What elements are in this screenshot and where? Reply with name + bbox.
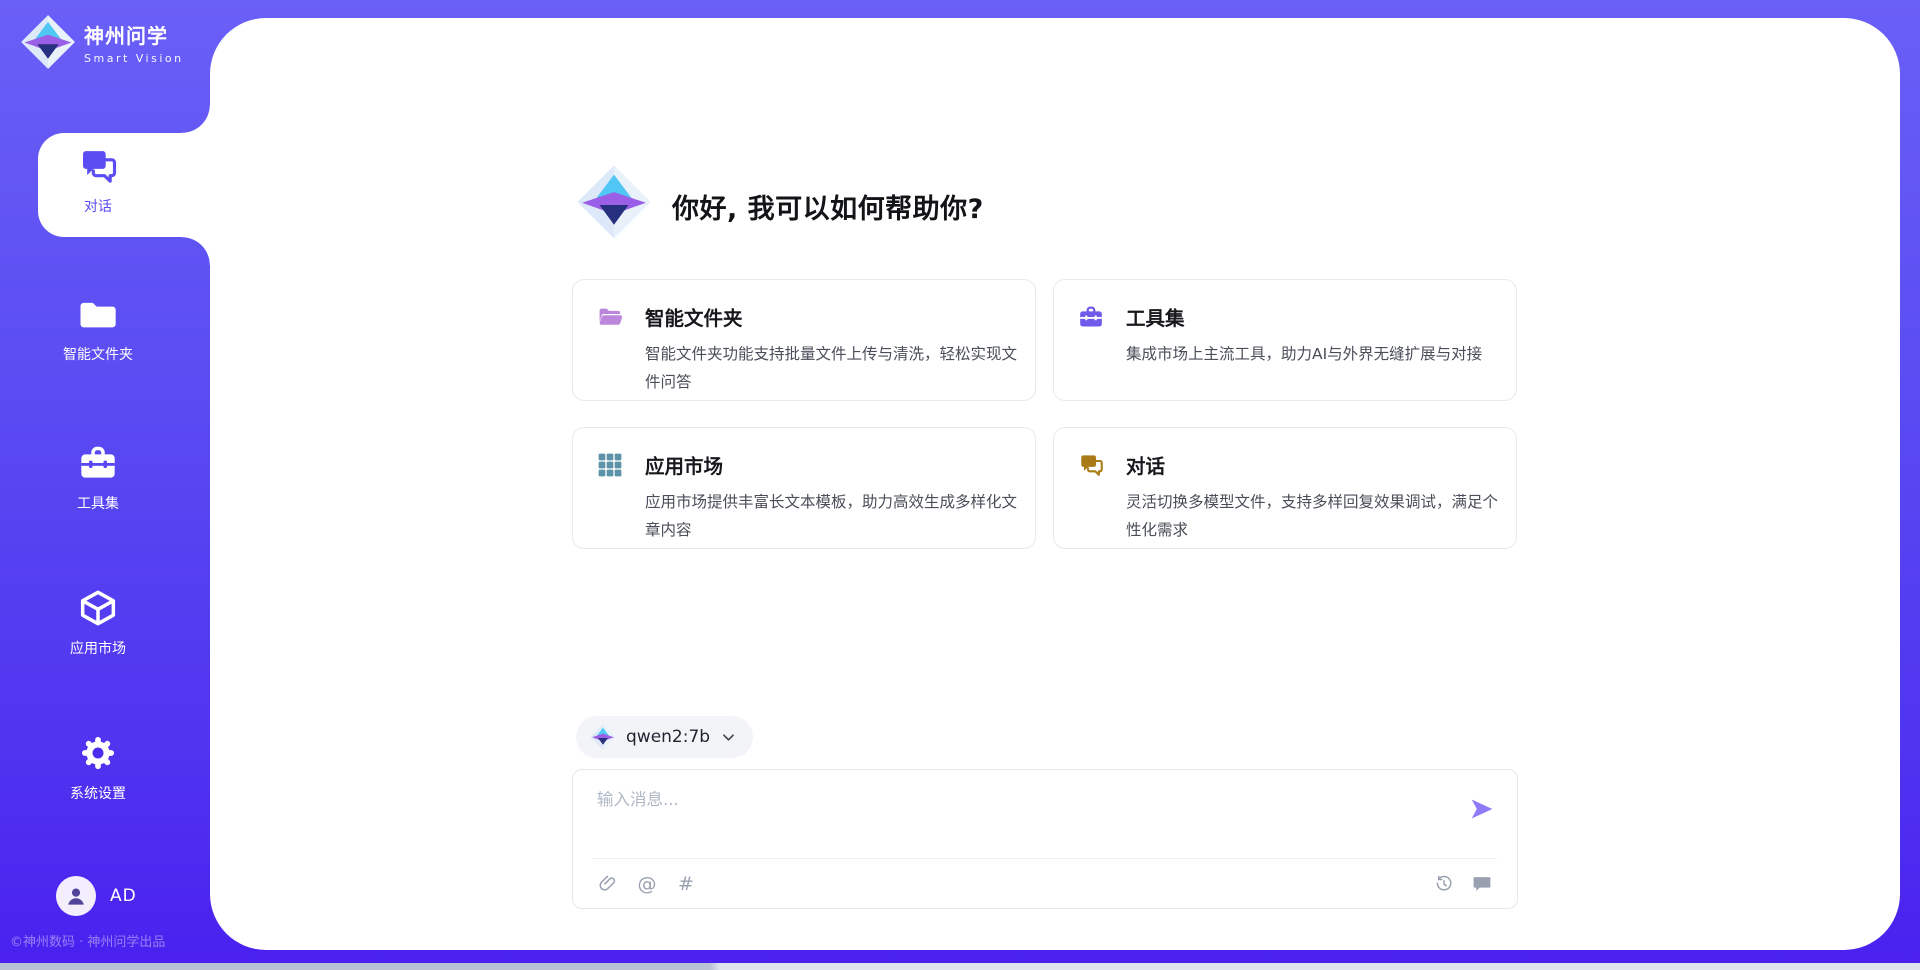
user-profile[interactable]: AD <box>56 876 137 916</box>
composer-toolbar: @ # <box>597 873 1493 895</box>
topic-button[interactable]: # <box>675 873 697 895</box>
composer-divider <box>593 858 1497 859</box>
card-title: 智能文件夹 <box>645 302 743 331</box>
mention-button[interactable]: @ <box>636 873 658 895</box>
card-description: 智能文件夹功能支持批量文件上传与清洗，轻松实现文件问答 <box>645 340 1021 396</box>
greeting-title: 你好, 我可以如何帮助你? <box>672 187 984 226</box>
sidebar-item-label: 工具集 <box>77 493 119 513</box>
sidebar-item-label: 应用市场 <box>70 638 126 658</box>
attach-file-button[interactable] <box>597 873 619 895</box>
sidebar: 神州问学 Smart Vision 对话 智能文件夹 工具集 应用市场 系统设置… <box>0 0 210 970</box>
sidebar-item-label: 智能文件夹 <box>63 344 133 364</box>
send-button[interactable] <box>1469 796 1495 822</box>
card-title: 对话 <box>1126 450 1165 479</box>
person-icon <box>64 884 88 908</box>
app-subtitle: Smart Vision <box>84 52 184 65</box>
sidebar-item-label: 系统设置 <box>70 783 126 803</box>
history-button[interactable] <box>1433 873 1455 895</box>
send-icon <box>1469 796 1495 822</box>
chat-bubbles-icon <box>78 146 118 186</box>
gear-icon <box>78 733 118 773</box>
feature-cards: 智能文件夹 智能文件夹功能支持批量文件上传与清洗，轻松实现文件问答 工具集 集成… <box>572 279 1518 549</box>
folder-open-icon <box>597 304 623 330</box>
paperclip-icon <box>598 874 618 894</box>
card-title: 应用市场 <box>645 450 723 479</box>
user-name: AD <box>110 886 137 906</box>
avatar <box>56 876 96 916</box>
model-diamond-icon <box>590 724 616 750</box>
card-toolset[interactable]: 工具集 集成市场上主流工具，助力AI与外界无缝扩展与对接 <box>1053 279 1517 401</box>
app-logo: 神州问学 Smart Vision <box>20 14 184 70</box>
new-chat-button[interactable] <box>1471 873 1493 895</box>
cube-icon <box>78 588 118 628</box>
chevron-down-icon <box>720 729 737 746</box>
card-smart-folder[interactable]: 智能文件夹 智能文件夹功能支持批量文件上传与清洗，轻松实现文件问答 <box>572 279 1036 401</box>
folder-icon <box>78 294 118 334</box>
model-name: qwen2:7b <box>626 727 710 747</box>
card-description: 应用市场提供丰富长文本模板，助力高效生成多样化文章内容 <box>645 488 1021 544</box>
page-bottom-edge <box>0 963 1920 970</box>
card-chat[interactable]: 对话 灵活切换多模型文件，支持多样回复效果调试，满足个性化需求 <box>1053 427 1517 549</box>
briefcase-icon <box>78 443 118 483</box>
app-title: 神州问学 <box>84 20 184 49</box>
sidebar-item-app-market[interactable]: 应用市场 <box>0 588 196 658</box>
message-icon <box>1472 874 1492 894</box>
card-title: 工具集 <box>1126 302 1185 331</box>
sidebar-item-toolset[interactable]: 工具集 <box>0 443 196 513</box>
card-description: 灵活切换多模型文件，支持多样回复效果调试，满足个性化需求 <box>1126 488 1502 544</box>
copyright-note: ©神州数码 · 神州问学出品 <box>10 931 165 950</box>
brand-diamond-icon <box>20 14 76 70</box>
chat-bubbles-icon <box>1078 452 1104 478</box>
card-description: 集成市场上主流工具，助力AI与外界无缝扩展与对接 <box>1126 340 1502 368</box>
sidebar-item-smart-folder[interactable]: 智能文件夹 <box>0 294 196 364</box>
sidebar-item-label: 对话 <box>84 196 112 216</box>
sidebar-item-chat[interactable]: 对话 <box>0 146 196 216</box>
greeting-diamond-icon <box>576 164 652 240</box>
main-content-panel: 你好, 我可以如何帮助你? 智能文件夹 智能文件夹功能支持批量文件上传与清洗，轻… <box>210 18 1900 950</box>
model-selector[interactable]: qwen2:7b <box>576 716 753 758</box>
card-app-market[interactable]: 应用市场 应用市场提供丰富长文本模板，助力高效生成多样化文章内容 <box>572 427 1036 549</box>
history-icon <box>1434 874 1454 894</box>
message-input[interactable] <box>597 786 1437 842</box>
briefcase-icon <box>1078 304 1104 330</box>
sidebar-item-settings[interactable]: 系统设置 <box>0 733 196 803</box>
grid-icon <box>597 452 623 478</box>
message-composer: @ # <box>572 769 1518 909</box>
